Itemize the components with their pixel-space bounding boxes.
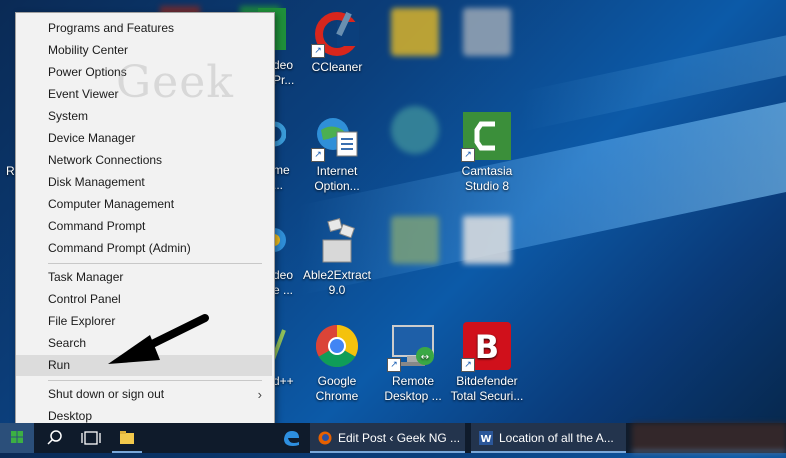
geek-watermark: Geek [116, 57, 234, 108]
file-explorer-taskbar-button[interactable] [112, 423, 142, 453]
app-icon [391, 216, 439, 264]
icon-label-line2: Studio 8 [464, 179, 510, 193]
edge-taskbar-button[interactable] [276, 423, 306, 453]
desktop-icon-blurred-1[interactable] [376, 8, 454, 60]
menu-item-command-prompt[interactable]: Command Prompt [16, 216, 272, 237]
file-icon [463, 8, 511, 56]
menu-item-disk-management[interactable]: Disk Management [16, 172, 272, 193]
menu-item-label: Shut down or sign out [48, 387, 165, 401]
menu-item-computer-management[interactable]: Computer Management [16, 194, 272, 215]
icon-label-line1: Google [317, 374, 357, 388]
desktop-icon-ccleaner[interactable]: ↗ CCleaner [298, 8, 376, 75]
shortcut-arrow-icon: ↗ [461, 148, 475, 162]
menu-item-run[interactable]: Run [16, 355, 272, 376]
icon-label-line2: Total Securi... [450, 389, 524, 403]
svg-text:B: B [475, 328, 499, 366]
menu-item-task-manager[interactable]: Task Manager [16, 267, 272, 288]
start-button[interactable] [0, 423, 34, 453]
menu-item-device-manager[interactable]: Device Manager [16, 128, 272, 149]
word-icon: W [479, 431, 493, 445]
partial-icon-label: d++ [273, 374, 294, 388]
menu-item-search[interactable]: Search [16, 333, 272, 354]
able2extract-icon [313, 216, 361, 264]
taskbar-app-word[interactable]: W Location of all the A... [471, 423, 626, 453]
partial-icon-label: me... [273, 163, 290, 192]
menu-item-file-explorer[interactable]: File Explorer [16, 311, 272, 332]
desktop-icon-blurred-3[interactable] [376, 106, 454, 158]
shortcut-arrow-icon: ↗ [461, 358, 475, 372]
icon-label-line1: Remote [391, 374, 435, 388]
globe-icon [391, 106, 439, 154]
desktop-icon-internet-options[interactable]: ↗ Internet Option... [298, 112, 376, 194]
svg-text:↔: ↔ [421, 352, 429, 363]
menu-separator [48, 380, 262, 381]
menu-item-shut-down-or-sign-out[interactable]: Shut down or sign out › [16, 384, 272, 405]
icon-label-line1: Able2Extract [302, 268, 372, 282]
power-user-menu: Programs and Features Mobility Center Po… [15, 12, 275, 434]
partial-icon-label: deo e ... [273, 268, 294, 297]
icon-label-line2: Option... [314, 179, 360, 193]
icon-label-line1: Bitdefender [456, 374, 518, 388]
icon-label-line1: Camtasia [461, 164, 513, 178]
ccleaner-icon: ↗ [311, 8, 361, 58]
taskbar-app-title: Edit Post ‹ Geek NG ... [338, 431, 461, 445]
desktop-icon-blurred-4[interactable] [376, 216, 454, 268]
icon-label-line2: 9.0 [328, 283, 346, 297]
desktop-icon-bitdefender[interactable]: B ↗ Bitdefender Total Securi... [448, 322, 526, 404]
partial-icon-label: deo Pr... [273, 58, 295, 87]
chevron-right-icon: › [257, 387, 262, 402]
shortcut-arrow-icon: ↗ [311, 44, 325, 58]
desktop-icon-camtasia[interactable]: ↗ Camtasia Studio 8 [448, 112, 526, 194]
desktop-icon-blurred-2[interactable] [448, 8, 526, 60]
menu-item-command-prompt-admin[interactable]: Command Prompt (Admin) [16, 238, 272, 259]
partial-icon-label: R [6, 164, 15, 178]
chrome-icon [313, 322, 361, 370]
icon-label-line2: Desktop ... [384, 389, 442, 403]
bitdefender-icon: B ↗ [461, 322, 511, 372]
search-button[interactable] [40, 423, 70, 453]
menu-item-network-connections[interactable]: Network Connections [16, 150, 272, 171]
menu-separator [48, 263, 262, 264]
icon-label: CCleaner [311, 60, 363, 74]
task-view-button[interactable] [76, 423, 106, 453]
svg-text:W: W [480, 434, 491, 445]
icon-label-line1: Internet [316, 164, 358, 178]
edge-icon [284, 431, 299, 446]
taskbar-app-title: Location of all the A... [499, 431, 614, 445]
task-view-icon [81, 431, 101, 445]
desktop-icon-google-chrome[interactable]: Google Chrome [298, 322, 376, 404]
desktop-icon-able2extract[interactable]: Able2Extract 9.0 [298, 216, 376, 298]
icon-label-line2: Chrome [315, 389, 359, 403]
taskbar-app-blurred[interactable] [632, 423, 786, 453]
shortcut-arrow-icon: ↗ [387, 358, 401, 372]
camtasia-icon: ↗ [461, 112, 511, 162]
firefox-icon [318, 431, 332, 445]
windows-logo-icon [11, 431, 23, 443]
taskbar: Edit Post ‹ Geek NG ... W Location of al… [0, 423, 786, 453]
desktop-icon-blurred-5[interactable] [448, 216, 526, 268]
internet-options-icon: ↗ [311, 112, 361, 162]
menu-item-programs-and-features[interactable]: Programs and Features [16, 18, 272, 39]
taskbar-app-firefox[interactable]: Edit Post ‹ Geek NG ... [310, 423, 465, 453]
shortcut-arrow-icon: ↗ [311, 148, 325, 162]
folder-icon [391, 8, 439, 56]
menu-item-control-panel[interactable]: Control Panel [16, 289, 272, 310]
document-icon [463, 216, 511, 264]
remote-desktop-icon: ↔ ↗ [387, 322, 437, 372]
folder-icon [120, 431, 134, 444]
search-icon [47, 430, 62, 445]
desktop-icon-remote-desktop[interactable]: ↔ ↗ Remote Desktop ... [374, 322, 452, 404]
